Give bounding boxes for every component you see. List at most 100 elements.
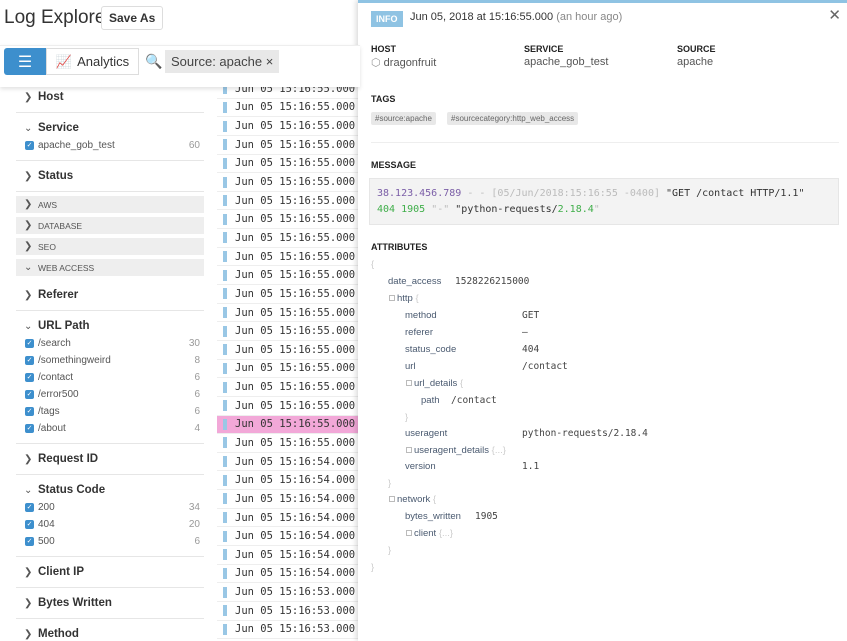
log-row[interactable]: Jun 05 15:16:55.000 xyxy=(217,210,358,229)
log-row[interactable]: Jun 05 15:16:54.000 xyxy=(217,509,358,528)
facet-service[interactable]: ⌄Service ✓apache_gob_test60 xyxy=(16,113,204,161)
log-row[interactable]: Jun 05 15:16:53.000 xyxy=(217,602,358,621)
checkbox[interactable]: ✓ xyxy=(25,424,34,433)
log-row[interactable]: Jun 05 15:16:55.000 xyxy=(217,117,358,136)
log-row[interactable]: Jun 05 15:16:55.000 xyxy=(217,322,358,341)
status-bar xyxy=(223,177,227,188)
group-aws[interactable]: ❯AWS xyxy=(16,196,204,213)
facet-item[interactable]: ✓/tags6 xyxy=(16,403,204,420)
facet-item[interactable]: ✓/search30 xyxy=(16,335,204,352)
checkbox[interactable]: ✓ xyxy=(25,339,34,348)
log-timestamp: Jun 05 15:16:55.000 xyxy=(235,325,355,337)
chevron-down-icon: ⌄ xyxy=(24,262,38,273)
log-timestamp: Jun 05 15:16:54.000 xyxy=(235,512,355,524)
tag[interactable]: #source:apache xyxy=(371,112,436,125)
checkbox[interactable]: ✓ xyxy=(25,356,34,365)
log-row[interactable]: Jun 05 15:16:55.000 xyxy=(217,378,358,397)
log-row[interactable]: Jun 05 15:16:53.000 xyxy=(217,621,358,640)
group-database[interactable]: ❯DATABASE xyxy=(16,217,204,234)
log-row[interactable]: Jun 05 15:16:53.000 xyxy=(217,583,358,602)
log-row[interactable]: Jun 05 15:16:54.000 xyxy=(217,453,358,472)
checkbox[interactable]: ✓ xyxy=(25,407,34,416)
log-row[interactable]: Jun 05 15:16:55.000 xyxy=(217,99,358,118)
log-row[interactable]: Jun 05 15:16:55.000 xyxy=(217,416,358,435)
facet-method[interactable]: ❯Method xyxy=(16,619,204,641)
analytics-button[interactable]: 📈Analytics xyxy=(46,48,139,75)
attr-client[interactable]: client {...} xyxy=(406,528,453,539)
attr-value: 1905 xyxy=(475,511,498,522)
facet-label: Host xyxy=(38,91,64,103)
host-value[interactable]: ⬡ dragonfruit xyxy=(371,56,436,69)
facet-item[interactable]: ✓20034 xyxy=(16,499,204,516)
status-bar xyxy=(223,382,227,393)
attr-http[interactable]: http { xyxy=(389,293,419,304)
log-row[interactable]: Jun 05 15:16:54.000 xyxy=(217,565,358,584)
log-row[interactable]: Jun 05 15:16:55.000 xyxy=(217,285,358,304)
brace: } xyxy=(405,412,408,423)
attr-key: client xyxy=(414,528,436,539)
log-row[interactable]: Jun 05 15:16:54.000 xyxy=(217,527,358,546)
group-seo[interactable]: ❯SEO xyxy=(16,238,204,255)
attr-url-details[interactable]: url_details { xyxy=(406,378,463,389)
collapsed-brace: {...} xyxy=(439,528,453,539)
log-list: Jun 05 15:16:55.000Jun 05 15:16:55.000Ju… xyxy=(217,80,358,641)
status-bar xyxy=(223,475,227,486)
checkbox[interactable]: ✓ xyxy=(25,537,34,546)
facet-item[interactable]: ✓/error5006 xyxy=(16,386,204,403)
facet-url-path[interactable]: ⌄URL Path ✓/search30✓/somethingweird8✓/c… xyxy=(16,311,204,444)
status-bar xyxy=(223,121,227,132)
source-value[interactable]: apache xyxy=(677,56,713,68)
log-row[interactable]: Jun 05 15:16:55.000 xyxy=(217,434,358,453)
log-row[interactable]: Jun 05 15:16:55.000 xyxy=(217,304,358,323)
log-timestamp: Jun 05 15:16:54.000 xyxy=(235,474,355,486)
log-row[interactable]: Jun 05 15:16:55.000 xyxy=(217,266,358,285)
log-row[interactable]: Jun 05 15:16:55.000 xyxy=(217,192,358,211)
attr-key: useragent xyxy=(405,428,447,439)
log-row[interactable]: Jun 05 15:16:55.000 xyxy=(217,397,358,416)
chevron-right-icon: ❯ xyxy=(24,92,38,103)
msg-status: 404 1905 xyxy=(377,204,425,215)
log-row[interactable]: Jun 05 15:16:55.000 xyxy=(217,360,358,379)
remove-filter-icon[interactable]: × xyxy=(266,54,274,69)
checkbox[interactable]: ✓ xyxy=(25,520,34,529)
facet-item[interactable]: ✓40420 xyxy=(16,516,204,533)
filter-chip[interactable]: Source: apache × xyxy=(165,50,279,73)
group-web-access[interactable]: ⌄WEB ACCESS xyxy=(16,259,204,276)
facet-item[interactable]: ✓/contact6 xyxy=(16,369,204,386)
attr-value: 1528226215000 xyxy=(455,276,529,287)
facet-status[interactable]: ❯Status xyxy=(16,161,204,192)
log-row[interactable]: Jun 05 15:16:55.000 xyxy=(217,155,358,174)
checkbox[interactable]: ✓ xyxy=(25,141,34,150)
attr-useragent-details[interactable]: useragent_details {...} xyxy=(406,445,506,456)
attr-network[interactable]: network { xyxy=(389,494,436,505)
facet-request-id[interactable]: ❯Request ID xyxy=(16,444,204,475)
facet-item[interactable]: ✓/somethingweird8 xyxy=(16,352,204,369)
facet-item-label: /search xyxy=(38,338,71,349)
log-row[interactable]: Jun 05 15:16:55.000 xyxy=(217,173,358,192)
facet-client-ip[interactable]: ❯Client IP xyxy=(16,557,204,588)
status-bar xyxy=(223,493,227,504)
log-row[interactable]: Jun 05 15:16:55.000 xyxy=(217,136,358,155)
tag[interactable]: #sourcecategory:http_web_access xyxy=(447,112,578,125)
attr-value: – xyxy=(522,327,528,338)
facet-bytes-written[interactable]: ❯Bytes Written xyxy=(16,588,204,619)
checkbox[interactable]: ✓ xyxy=(25,373,34,382)
facet-item[interactable]: ✓5006 xyxy=(16,533,204,550)
checkbox[interactable]: ✓ xyxy=(25,503,34,512)
facet-referer[interactable]: ❯Referer xyxy=(16,280,204,311)
save-as-button[interactable]: Save As xyxy=(101,6,163,30)
facet-item[interactable]: ✓/about4 xyxy=(16,420,204,437)
facet-item[interactable]: ✓apache_gob_test60 xyxy=(16,137,204,154)
list-view-button[interactable]: ☰ xyxy=(4,48,46,75)
log-row[interactable]: Jun 05 15:16:54.000 xyxy=(217,546,358,565)
log-row[interactable]: Jun 05 15:16:55.000 xyxy=(217,229,358,248)
close-icon[interactable]: ✕ xyxy=(828,6,841,24)
checkbox[interactable]: ✓ xyxy=(25,390,34,399)
log-row[interactable]: Jun 05 15:16:54.000 xyxy=(217,490,358,509)
status-bar xyxy=(223,624,227,635)
facet-status-code[interactable]: ⌄Status Code ✓20034✓40420✓5006 xyxy=(16,475,204,557)
log-row[interactable]: Jun 05 15:16:55.000 xyxy=(217,341,358,360)
log-row[interactable]: Jun 05 15:16:54.000 xyxy=(217,471,358,490)
service-value[interactable]: apache_gob_test xyxy=(524,56,608,68)
log-row[interactable]: Jun 05 15:16:55.000 xyxy=(217,248,358,267)
